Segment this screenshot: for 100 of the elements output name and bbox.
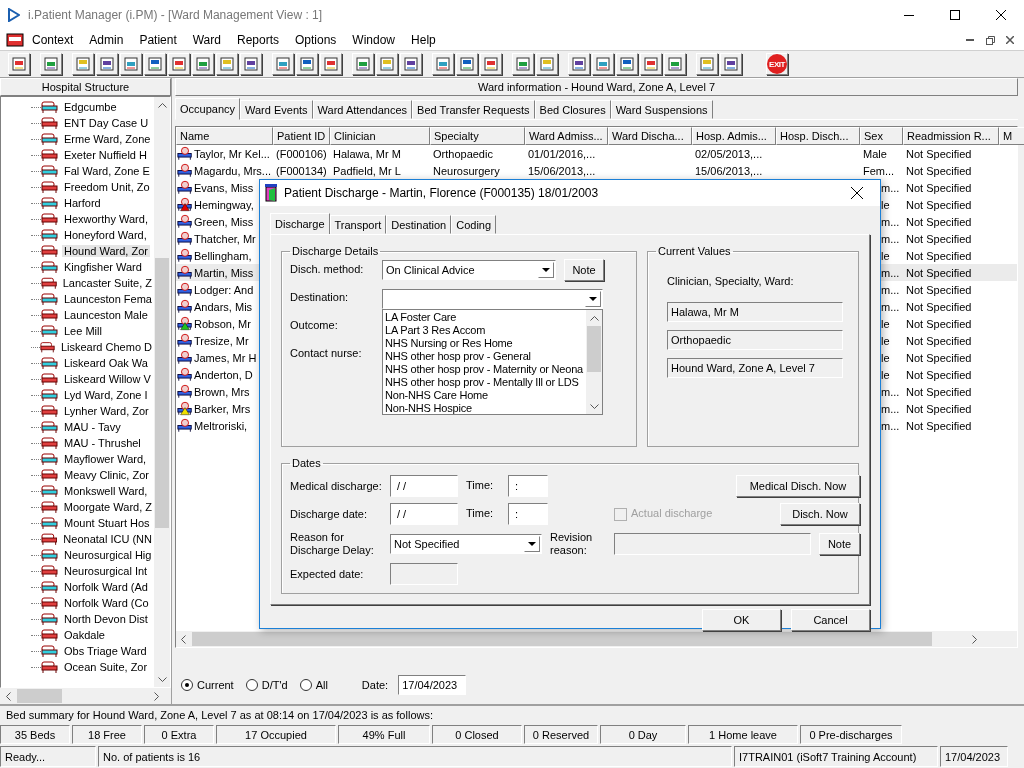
table-cell: le [881,351,890,364]
table-cell: Not Specified [906,164,972,177]
table-cell: Bellingham, [194,249,252,262]
table-cell: Tresize, Mr [194,334,249,347]
group-title: Discharge Details [291,245,380,257]
table-cell: Not Specified [906,215,972,228]
table-cell: Not Specified [906,266,972,279]
dialog-title: Patient Discharge - Martin, Florence (F000135) 18/01/2003 [284,186,600,200]
table-cell: m... [881,419,900,432]
table-cell: Thatcher, Mr [194,232,256,245]
readonly-field: Halawa, Mr M [667,302,843,322]
table-cell: 01/01/2016,... [528,147,596,160]
table-cell: le [881,249,890,262]
bed-count: 0 Extra [144,725,214,744]
table-cell: le [881,317,890,330]
table-cell: le [881,368,890,381]
field-label: Reason for Discharge Delay: [290,531,375,557]
table-cell: le [881,198,890,211]
field-label: Discharge date: [290,507,369,521]
status-text: 17/04/2023 [940,746,1008,767]
table-cell: Orthopaedic [433,147,493,160]
field-label: Disch. method: [290,263,365,277]
field-label: Revision reason: [550,531,594,557]
field-label: Expected date: [290,567,365,581]
table-cell: Not Specified [906,147,972,160]
table-cell: Hemingway, [194,198,254,211]
table-cell: Evans, Miss [194,181,254,194]
field-label: Clinician, Specialty, Ward: [667,275,795,289]
table-cell: m... [881,300,900,313]
table-cell: m... [881,232,900,245]
table-cell: Brown, Mrs [194,385,250,398]
table-cell: m... [881,385,900,398]
table-cell: Padfield, Mr L [333,164,401,177]
field-label: Contact nurse: [290,347,363,361]
table-cell: Not Specified [906,317,972,330]
table-cell: Not Specified [906,198,972,211]
field-label: Time: [466,506,495,521]
table-cell: Not Specified [906,368,972,381]
table-cell: Not Specified [906,419,972,432]
table-cell: Not Specified [906,351,972,364]
table-cell: 15/06/2013,... [528,164,596,177]
table-cell: James, Mr H [194,351,257,364]
status-text: No. of patients is 16 [98,746,732,767]
ward-info-header: Ward information - Hound Ward, Zone A, Level 7 [175,78,1018,96]
table-cell: Lodger: And [194,283,254,296]
table-cell: Not Specified [906,283,972,296]
status-text: I7TRAIN01 (iSoft7 Training Account) [734,746,938,767]
date-label: Date: [361,679,389,691]
table-cell: Robson, Mr [194,317,251,330]
group-title: Dates [291,457,322,469]
group-title: Current Values [657,245,732,257]
table-cell: Not Specified [906,334,972,347]
bed-count: 0 Pre-discharges [800,725,902,744]
table-cell: m... [881,283,900,296]
table-cell: Taylor, Mr Kel... [194,147,270,160]
bed-count: 1 Home leave [688,725,798,744]
bed-count: 35 Beds [0,725,70,744]
table-cell: Meltroriski, [194,419,248,432]
table-cell: Neurosurgery [433,164,500,177]
field-label: Outcome: [290,319,339,333]
table-cell: Andars, Mis [194,300,253,313]
table-cell: (F000134) [276,164,327,177]
table-cell: Not Specified [906,385,972,398]
table-cell: Fem... [863,164,895,177]
field-label: Destination: [290,291,350,305]
readonly-field: Orthopaedic [667,330,843,350]
table-cell: 15/06/2013,... [695,164,763,177]
bed-count: 0 Reserved [524,725,598,744]
bed-count: 0 Closed [432,725,522,744]
table-cell: Male [863,147,887,160]
table-cell: Not Specified [906,249,972,262]
bed-summary-text: Bed summary for Hound Ward, Zone A, Level 7 as at 08:14 on 17/04/2023 is as follows: [0,704,1024,724]
status-text: Ready... [0,746,96,767]
table-cell: Halawa, Mr M [333,147,401,160]
table-cell: m... [881,215,900,228]
table-cell: Barker, Mrs [194,402,251,415]
table-cell: Green, Miss [194,215,254,228]
table-cell: Magardu, Mrs... [194,164,272,177]
table-cell: 02/05/2013,... [695,147,763,160]
table-cell: Anderton, D [194,368,253,381]
table-cell: Not Specified [906,232,972,245]
bed-count: 49% Full [338,725,430,744]
field-label: Medical discharge: [290,479,382,493]
table-cell: m... [881,266,900,279]
table-cell: Not Specified [906,402,972,415]
checkbox-label: Actual discharge [631,506,713,521]
table-cell: le [881,334,890,347]
table-cell: (F000106) [276,147,327,160]
table-cell: m... [881,181,900,194]
field-label: Time: [466,478,495,493]
table-cell: Not Specified [906,181,972,194]
table-cell: Not Specified [906,300,972,313]
bed-count: 0 Day [600,725,686,744]
table-cell: m... [881,402,900,415]
window-title: i.Patient Manager (i.PM) - [Ward Management View : 1] [28,8,324,22]
panel-title: Hospital Structure [0,78,171,96]
bed-count: 17 Occupied [216,725,336,744]
table-cell: Martin, Miss [194,266,254,279]
readonly-field: Hound Ward, Zone A, Level 7 [667,358,843,378]
bed-count: 18 Free [72,725,142,744]
